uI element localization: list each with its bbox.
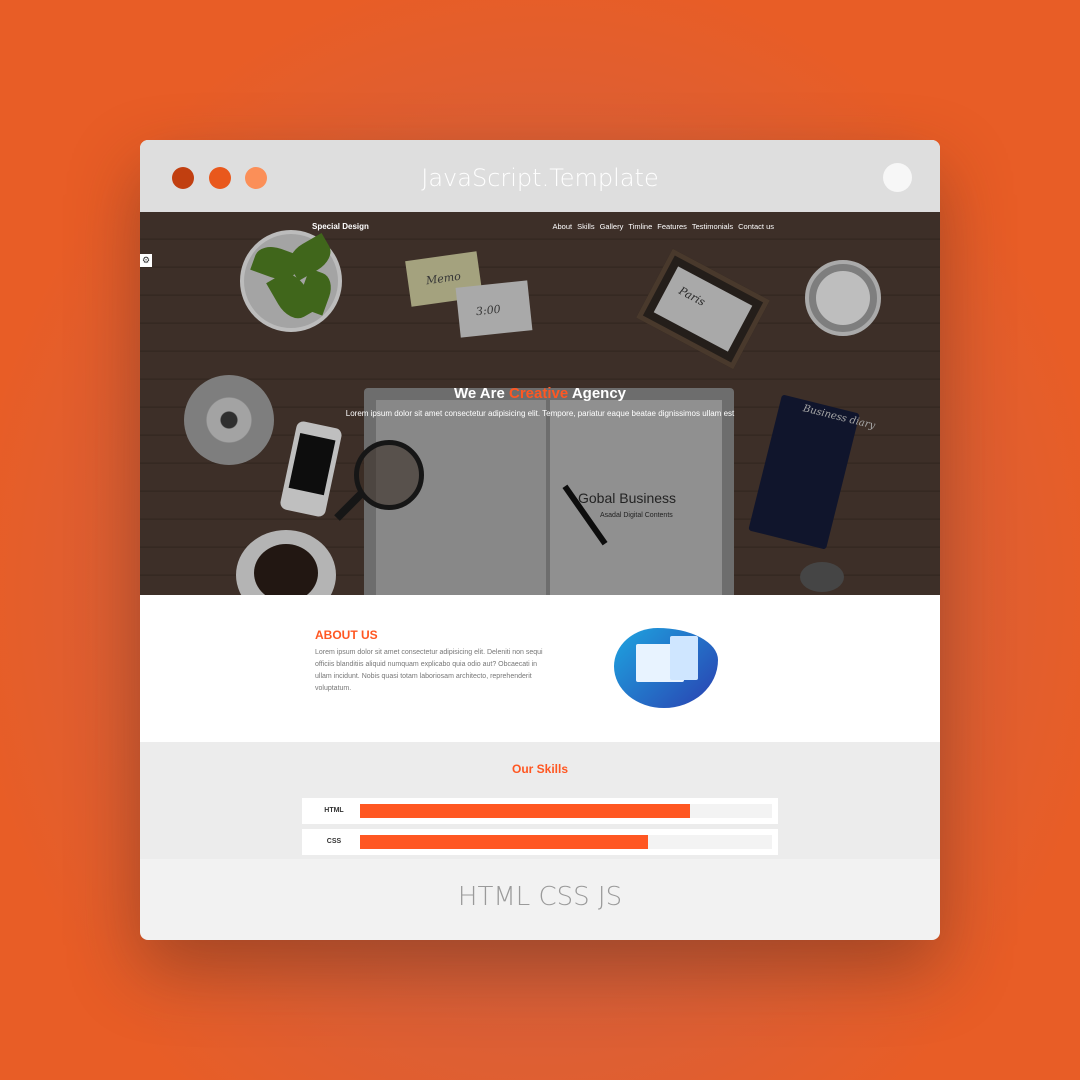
about-title: ABOUT US: [315, 628, 378, 642]
hero-section: Memo 3:00 Paris Gobal Business Asadal Di…: [140, 212, 940, 595]
hero-title-accent: Creative: [509, 385, 569, 402]
settings-toggle-button[interactable]: ⚙: [140, 254, 152, 267]
skill-progress-fill: [360, 804, 690, 818]
hero-subtitle: Lorem ipsum dolor sit amet consectetur a…: [345, 409, 735, 418]
skill-progress-track: [360, 804, 772, 818]
skill-row: CSS: [302, 829, 778, 855]
hero-overlay: [140, 212, 940, 595]
skill-label: CSS: [326, 838, 342, 845]
nav-link-gallery[interactable]: Gallery: [600, 222, 624, 231]
skills-section: Our Skills HTML CSS: [140, 742, 940, 859]
nav-link-about[interactable]: About: [552, 222, 572, 231]
hero-title-end: Agency: [571, 385, 627, 402]
browser-window: JavaScript.Template Memo 3:00 Paris Goba…: [140, 140, 940, 940]
hero-title: We Are Creative Agency: [140, 385, 940, 402]
skill-progress-fill: [360, 835, 649, 849]
window-title: JavaScript.Template: [421, 164, 659, 192]
tech-stack-label: HTML CSS JS: [457, 882, 623, 912]
nav-link-testimonials[interactable]: Testimonials: [692, 222, 733, 231]
skills-title: Our Skills: [511, 762, 569, 776]
window-menu-circle[interactable]: [883, 163, 912, 192]
gear-icon: ⚙: [141, 255, 151, 265]
nav-link-features[interactable]: Features: [657, 222, 687, 231]
skill-row: HTML: [302, 798, 778, 824]
nav-link-contact[interactable]: Contact us: [738, 222, 774, 231]
title-bar: JavaScript.Template: [140, 140, 940, 212]
site-logo[interactable]: Special Design: [312, 222, 369, 231]
about-illustration: [614, 628, 718, 708]
about-section: ABOUT US Lorem ipsum dolor sit amet cons…: [140, 595, 940, 742]
skill-progress-track: [360, 835, 772, 849]
main-nav: About Skills Gallery Timline Features Te…: [552, 222, 774, 231]
hero-title-start: We Are: [453, 385, 505, 402]
nav-link-timline[interactable]: Timline: [628, 222, 652, 231]
nav-link-skills[interactable]: Skills: [577, 222, 595, 231]
about-text: Lorem ipsum dolor sit amet consectetur a…: [315, 649, 543, 692]
skill-label: HTML: [324, 807, 344, 814]
